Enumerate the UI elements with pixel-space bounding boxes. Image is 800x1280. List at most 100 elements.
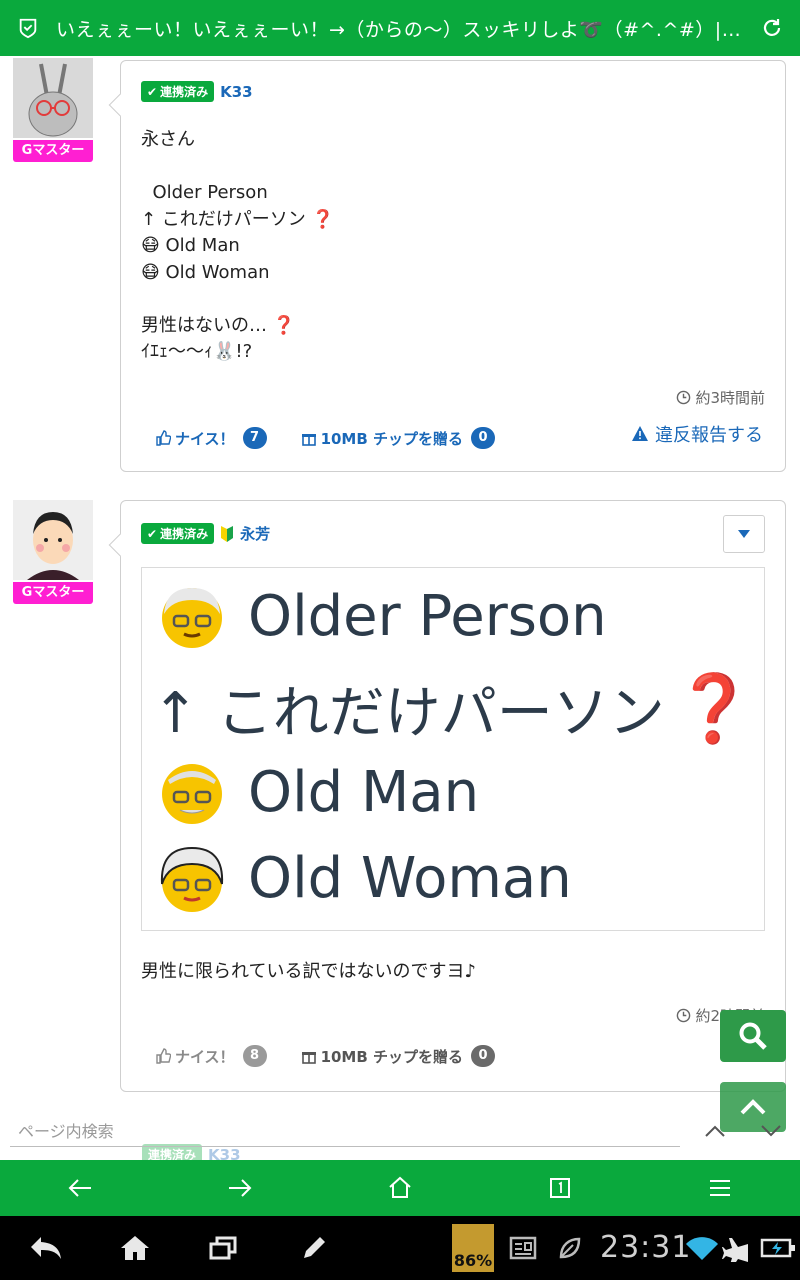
search-float-button[interactable] [720,1010,786,1062]
image-row-person: ↑ これだけパーソン ❓ [152,668,755,749]
post-card-1: ✔ 連携済み K33 永さん Older Person ↑ これだけパーソン ❓… [108,60,786,472]
battery-percent: 86% [453,1251,493,1270]
arrow-right-icon [229,1179,252,1197]
image-row-old-man: Old Man [158,758,479,826]
check-icon: ✔ [147,84,158,99]
caret-down-icon [738,530,750,538]
menu-button[interactable] [680,1160,760,1216]
back-button[interactable] [40,1160,120,1216]
home-icon [121,1236,149,1260]
linked-label: 連携済み [160,85,209,99]
red-question-icon: ❓ [672,669,755,747]
system-back-button[interactable] [26,1230,66,1266]
older-person-emoji-icon [162,588,222,648]
battery-charging-icon [758,1230,798,1266]
tabs-icon [550,1178,570,1198]
image-text-older-person: Older Person [248,583,607,649]
nice-label: ナイス！ [175,429,235,448]
tabs-button[interactable] [520,1160,600,1216]
card-notch [108,533,132,557]
browser-top-bar: いえぇぇーい！いえぇぇーい！→（からの〜）スッキリしよ➰（#^.^#）| なんて… [0,0,800,56]
report-label: 違反報告する [655,425,763,446]
leaf-icon [550,1230,590,1266]
news-icon [503,1230,543,1266]
recent-apps-icon [209,1236,237,1260]
home-button[interactable] [360,1160,440,1216]
tip-button[interactable]: 10MB チップを贈る 0 [301,427,496,449]
gift-icon [301,1052,316,1064]
chevron-up-icon [705,1125,725,1137]
post-menu-button[interactable] [723,515,765,553]
tip-label: 10MB チップを贈る [320,1047,464,1066]
shield-check-icon[interactable] [0,0,56,56]
clock-icon [677,390,691,405]
post-image: Older Person ↑ これだけパーソン ❓ Old Man Old Wo… [141,567,765,931]
system-bar: 86% 23:31 [0,1216,800,1280]
linked-badge: ✔ 連携済み [141,81,215,102]
post-header: ✔ 連携済み K33 [141,81,253,102]
check-icon: ✔ [147,526,158,541]
battery-app-icon[interactable]: 86% [452,1224,494,1272]
tip-button[interactable]: 10MB チップを贈る 0 [301,1045,496,1067]
pen-icon [304,1237,325,1258]
post-header: ✔ 連携済み 永芳 [141,523,270,544]
chevron-down-icon [761,1125,781,1137]
linked-label: 連携済み [160,527,209,541]
nice-button[interactable]: ナイス！ 8 [155,1045,267,1067]
post-body: 男性に限られている訳ではないのですヨ♪ [141,961,476,982]
image-text-old-woman: Old Woman [248,845,572,911]
find-input[interactable]: ページ内検索 [18,1118,114,1142]
card-notch [108,93,132,117]
post-card-2: ✔ 連携済み 永芳 Older Person ↑ これだけパーソン ❓ Old … [108,500,786,1092]
time-text: 約3時間前 [695,389,765,407]
image-row-older-person: Older Person [158,582,607,650]
nice-button[interactable]: ナイス！ 7 [155,427,267,449]
forward-button[interactable] [200,1160,280,1216]
find-next-button[interactable] [756,1116,786,1146]
page-title: いえぇぇーい！いえぇぇーい！→（からの〜）スッキリしよ➰（#^.^#）| なんて… [56,18,744,41]
search-icon [739,1022,767,1050]
recent-apps-button[interactable] [204,1230,244,1266]
avatar-eiho[interactable] [13,500,93,580]
post-time: 約3時間前 [676,387,765,408]
linked-badge: ✔ 連携済み [141,523,215,544]
old-man-emoji-icon [162,764,222,824]
image-text-person: ↑ これだけパーソン [152,681,665,746]
thumbs-up-icon [156,1048,171,1064]
back-icon [31,1237,61,1259]
username-link[interactable]: K33 [220,83,253,101]
rank-badge: Gマスター [13,582,93,604]
tip-count: 0 [471,427,496,449]
post-body: 永さん Older Person ↑ これだけパーソン ❓ 😷 Old Man … [141,129,334,362]
beginner-mark-icon [221,525,234,542]
report-link[interactable]: 違反報告する [631,421,763,447]
nice-count: 8 [242,1045,267,1067]
find-in-page-bar: ページ内検索 [0,1104,800,1160]
browser-bottom-nav [0,1160,800,1216]
menu-icon [710,1180,730,1196]
warning-icon [632,426,648,441]
nice-label: ナイス！ [175,1047,235,1066]
image-row-old-woman: Old Woman [158,844,572,912]
clock-icon [677,1008,691,1023]
post-actions: ナイス！ 8 10MB チップを贈る 0 [155,1045,496,1067]
find-previous-button[interactable] [700,1116,730,1146]
reload-icon[interactable] [744,0,800,56]
home-icon [389,1176,411,1198]
tip-count: 0 [471,1045,496,1067]
airplane-mode-icon [716,1230,756,1266]
nice-count: 7 [242,427,267,449]
image-text-old-man: Old Man [248,759,480,825]
thumbs-up-icon [156,430,171,446]
post-actions: ナイス！ 7 10MB チップを贈る 0 [155,427,496,449]
old-woman-emoji-icon [160,846,224,912]
system-home-button[interactable] [115,1230,155,1266]
rank-badge: Gマスター [13,140,93,162]
tip-label: 10MB チップを贈る [320,429,464,448]
find-underline [10,1146,680,1147]
clock: 23:31 [600,1230,692,1265]
pen-button[interactable] [294,1230,334,1266]
gift-icon [301,434,316,446]
username-link[interactable]: 永芳 [240,523,270,544]
avatar-k33[interactable] [13,58,93,138]
